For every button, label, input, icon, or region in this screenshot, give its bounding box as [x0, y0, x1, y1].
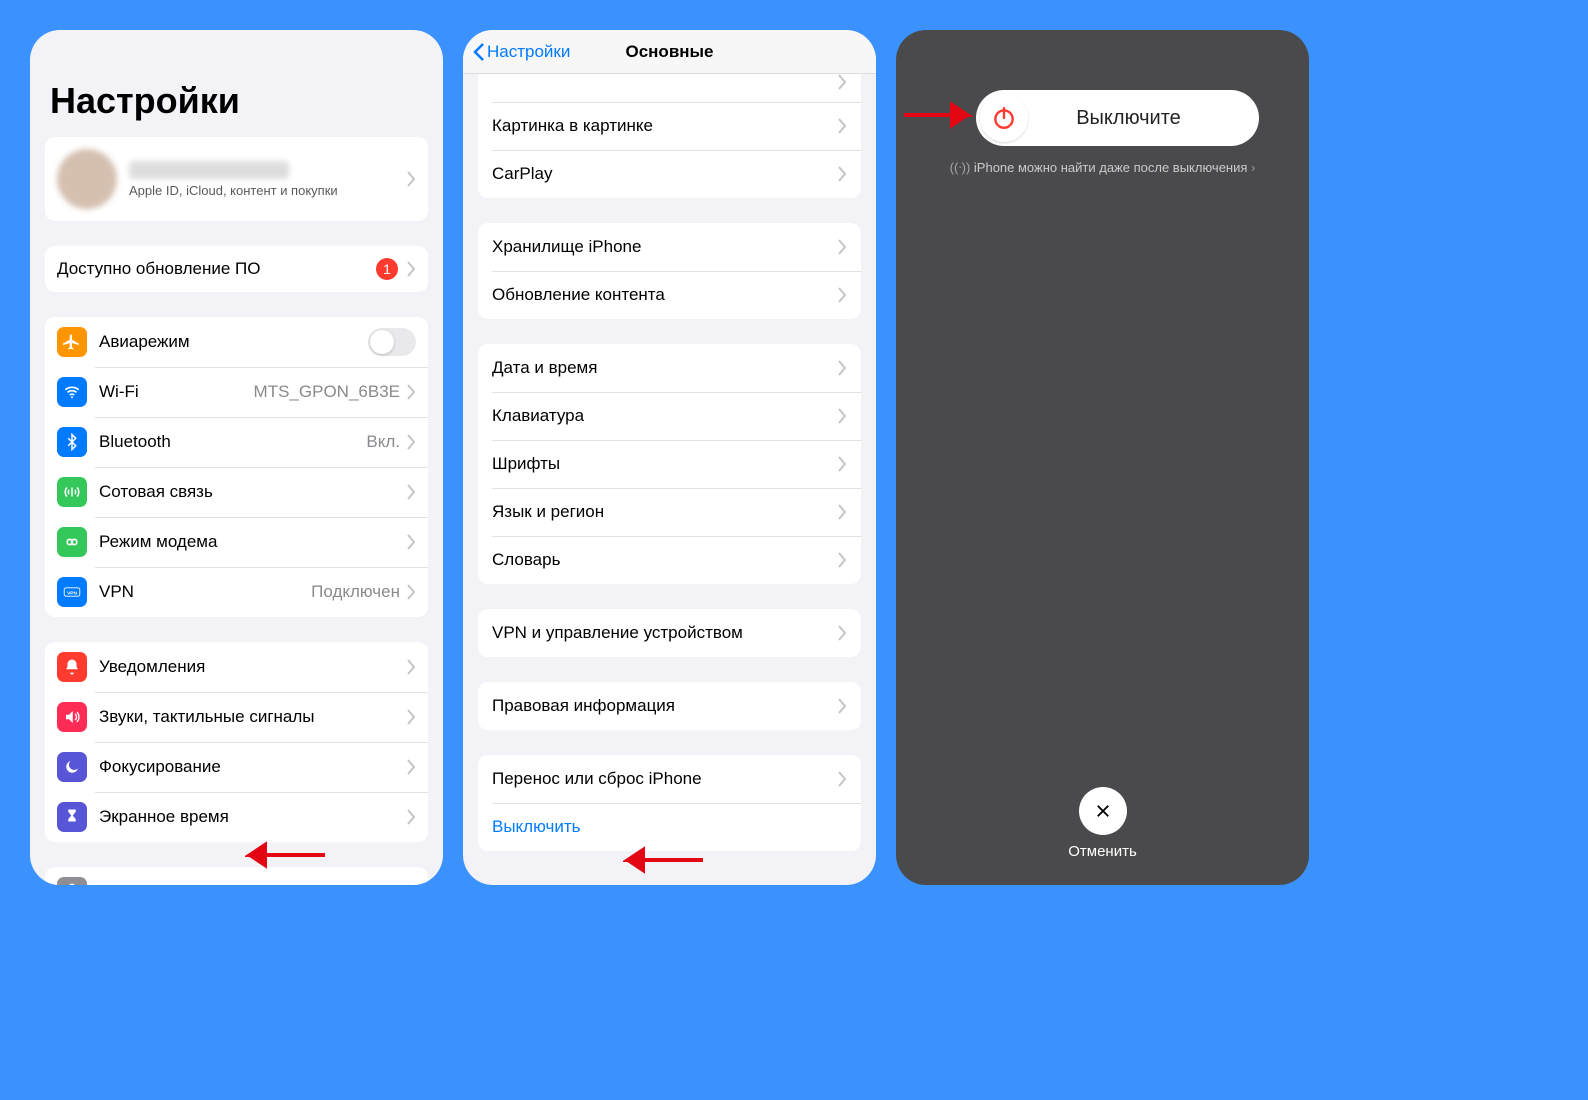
slide-label: Выключите	[1028, 107, 1259, 130]
chevron-right-icon	[837, 239, 847, 255]
cancel-button[interactable]	[1079, 787, 1127, 835]
find-my-note[interactable]: ((ᐧ)) iPhone можно найти даже после выкл…	[896, 160, 1309, 176]
moon-icon	[57, 752, 87, 782]
general-row[interactable]: Основные	[45, 867, 428, 885]
chevron-right-icon	[406, 884, 416, 885]
airplane-icon	[57, 327, 87, 357]
avatar	[57, 149, 117, 209]
chevron-right-icon	[406, 659, 416, 675]
chevron-right-icon	[837, 408, 847, 424]
sounds-row[interactable]: Звуки, тактильные сигналы	[45, 692, 428, 742]
bell-icon	[57, 652, 87, 682]
notifications-row[interactable]: Уведомления	[45, 642, 428, 692]
cancel-label: Отменить	[1068, 843, 1137, 860]
gear-icon	[57, 877, 87, 885]
vpn-management-row[interactable]: VPN и управление устройством	[478, 609, 861, 657]
keyboard-row[interactable]: Клавиатура	[478, 392, 861, 440]
chevron-right-icon	[837, 118, 847, 134]
shutdown-row[interactable]: Выключить	[478, 803, 861, 851]
chevron-right-icon	[837, 552, 847, 568]
bgrefresh-row[interactable]: Обновление контента	[478, 271, 861, 319]
chevron-right-icon	[837, 74, 847, 90]
power-icon[interactable]	[980, 94, 1028, 142]
chevron-right-icon	[406, 261, 416, 277]
screentime-row[interactable]: Экранное время	[45, 792, 428, 842]
wifi-row[interactable]: Wi-Fi MTS_GPON_6B3E	[45, 367, 428, 417]
cutoff-row[interactable]	[478, 74, 861, 102]
chevron-right-icon	[406, 584, 416, 600]
nav-title: Основные	[625, 42, 713, 62]
bluetooth-icon	[57, 427, 87, 457]
software-update-row[interactable]: Доступно обновление ПО 1	[45, 246, 428, 292]
chevron-right-icon	[837, 771, 847, 787]
storage-row[interactable]: Хранилище iPhone	[478, 223, 861, 271]
settings-screen: Настройки Apple ID, iCloud, контент и по…	[30, 30, 443, 885]
shutdown-screen: Выключите ((ᐧ)) iPhone можно найти даже …	[896, 30, 1309, 885]
account-name-blurred	[129, 161, 289, 179]
datetime-row[interactable]: Дата и время	[478, 344, 861, 392]
chevron-right-icon	[406, 384, 416, 400]
carplay-row[interactable]: CarPlay	[478, 150, 861, 198]
chevron-right-icon	[837, 360, 847, 376]
vpn-icon: VPN	[57, 577, 87, 607]
speaker-icon	[57, 702, 87, 732]
legal-row[interactable]: Правовая информация	[478, 682, 861, 730]
cellular-row[interactable]: Сотовая связь	[45, 467, 428, 517]
apple-id-row[interactable]: Apple ID, iCloud, контент и покупки	[45, 137, 428, 221]
hotspot-icon	[57, 527, 87, 557]
annotation-arrow-icon	[904, 100, 974, 130]
focus-row[interactable]: Фокусирование	[45, 742, 428, 792]
vpn-row[interactable]: VPN VPN Подключен	[45, 567, 428, 617]
chevron-right-icon	[837, 166, 847, 182]
airplane-mode-row[interactable]: Авиарежим	[45, 317, 428, 367]
annotation-arrow-icon	[245, 840, 325, 870]
chevron-right-icon	[837, 456, 847, 472]
general-screen: Настройки Основные Картинка в картинке C…	[463, 30, 876, 885]
chevron-right-icon	[406, 759, 416, 775]
chevron-right-icon	[406, 171, 416, 187]
nav-bar: Настройки Основные	[463, 30, 876, 74]
chevron-right-icon	[837, 698, 847, 714]
wifi-icon	[57, 377, 87, 407]
chevron-right-icon	[406, 484, 416, 500]
svg-text:VPN: VPN	[67, 590, 77, 596]
account-subtitle: Apple ID, iCloud, контент и покупки	[129, 183, 406, 198]
cellular-icon	[57, 477, 87, 507]
fonts-row[interactable]: Шрифты	[478, 440, 861, 488]
chevron-right-icon	[406, 809, 416, 825]
pip-row[interactable]: Картинка в картинке	[478, 102, 861, 150]
chevron-right-icon	[837, 625, 847, 641]
transfer-reset-row[interactable]: Перенос или сброс iPhone	[478, 755, 861, 803]
chevron-right-icon	[837, 287, 847, 303]
dictionary-row[interactable]: Словарь	[478, 536, 861, 584]
page-title: Настройки	[30, 30, 443, 137]
chevron-right-icon	[837, 504, 847, 520]
airplane-toggle[interactable]	[368, 328, 416, 356]
update-badge: 1	[376, 258, 398, 280]
chevron-right-icon	[406, 534, 416, 550]
chevron-right-icon	[406, 434, 416, 450]
bluetooth-row[interactable]: Bluetooth Вкл.	[45, 417, 428, 467]
back-button[interactable]: Настройки	[473, 42, 570, 62]
slide-to-power-off[interactable]: Выключите	[976, 90, 1259, 146]
hotspot-row[interactable]: Режим модема	[45, 517, 428, 567]
hourglass-icon	[57, 802, 87, 832]
chevron-right-icon	[406, 709, 416, 725]
language-row[interactable]: Язык и регион	[478, 488, 861, 536]
